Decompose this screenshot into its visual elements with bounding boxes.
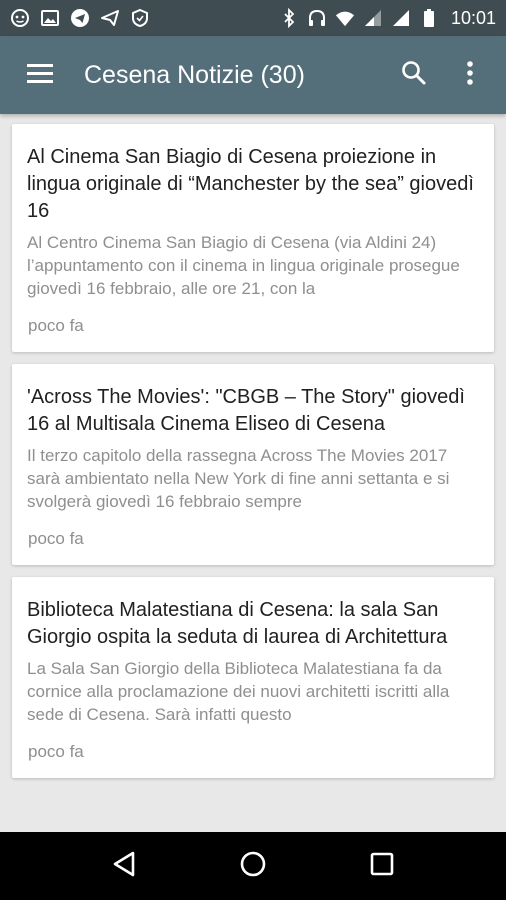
news-title: Al Cinema San Biagio di Cesena proiezion… xyxy=(27,146,474,222)
home-button[interactable] xyxy=(223,836,283,896)
news-title: Biblioteca Malatestiana di Cesena: la sa… xyxy=(27,599,448,648)
back-icon xyxy=(111,850,137,883)
bluetooth-icon xyxy=(279,8,299,28)
status-bar: 10:01 xyxy=(0,0,506,36)
news-excerpt: Al Centro Cinema San Biagio di Cesena (v… xyxy=(27,233,460,298)
navigation-bar xyxy=(0,832,506,900)
overflow-menu-button[interactable] xyxy=(442,47,498,103)
page-title: Cesena Notizie (30) xyxy=(84,60,305,89)
app-bar: Cesena Notizie (30) xyxy=(0,36,506,114)
news-card[interactable]: Biblioteca Malatestiana di Cesena: la sa… xyxy=(12,577,494,778)
menu-icon xyxy=(26,62,54,89)
news-excerpt: Il terzo capitolo della rassegna Across … xyxy=(27,446,450,511)
news-card[interactable]: 'Across The Movies': "CBGB – The Story" … xyxy=(12,364,494,565)
image-icon xyxy=(40,8,60,28)
bug-icon xyxy=(10,8,30,28)
news-card[interactable]: Al Cinema San Biagio di Cesena proiezion… xyxy=(12,124,494,352)
signal-icon xyxy=(363,8,383,28)
status-time: 10:01 xyxy=(450,7,496,28)
news-time: poco fa xyxy=(28,529,84,548)
search-icon xyxy=(401,60,427,91)
back-button[interactable] xyxy=(94,836,154,896)
headphones-icon xyxy=(307,8,327,28)
send-icon xyxy=(100,8,120,28)
battery-icon xyxy=(419,8,439,28)
recents-button[interactable] xyxy=(352,836,412,896)
recents-icon xyxy=(369,851,395,882)
shield-icon xyxy=(130,8,150,28)
home-icon xyxy=(239,850,267,883)
search-button[interactable] xyxy=(386,47,442,103)
signal-icon xyxy=(391,8,411,28)
wifi-icon xyxy=(335,8,355,28)
menu-button[interactable] xyxy=(10,45,70,105)
news-excerpt: La Sala San Giorgio della Biblioteca Mal… xyxy=(27,659,450,724)
news-list[interactable]: Al Cinema San Biagio di Cesena proiezion… xyxy=(0,114,506,832)
news-time: poco fa xyxy=(28,742,84,761)
more-vert-icon xyxy=(466,60,474,91)
telegram-icon xyxy=(70,8,90,28)
news-time: poco fa xyxy=(28,316,84,335)
news-title: 'Across The Movies': "CBGB – The Story" … xyxy=(27,386,465,435)
